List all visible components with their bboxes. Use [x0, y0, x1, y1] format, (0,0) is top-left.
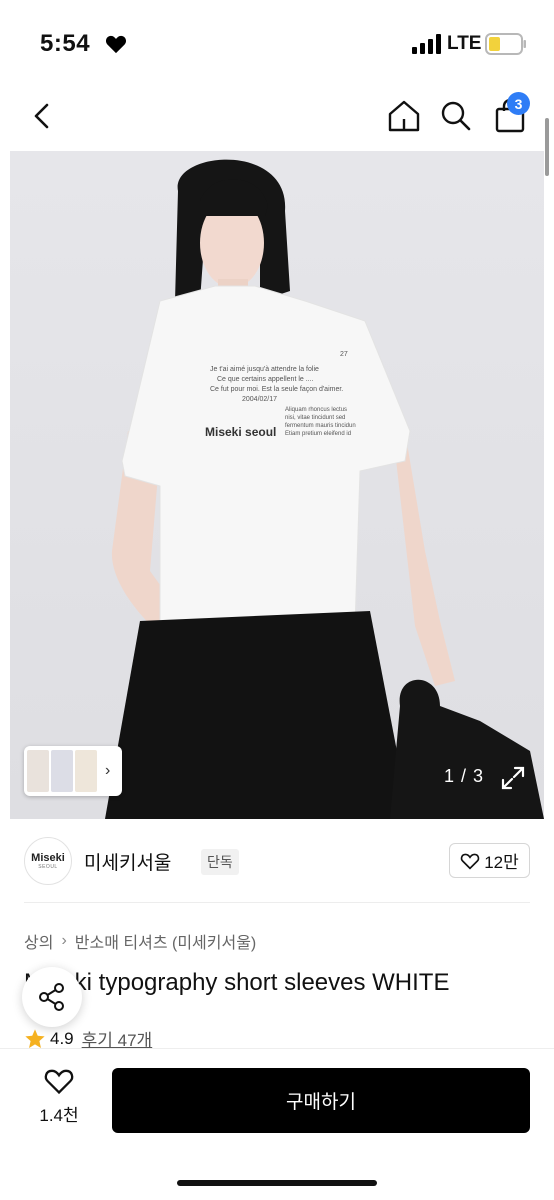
signal-icon [412, 34, 441, 54]
back-icon [34, 103, 49, 129]
svg-text:nisi, vitae tincidunt sed: nisi, vitae tincidunt sed [285, 415, 345, 421]
model-photo: Je t'ai aimé jusqu'à attendre la folie C… [105, 159, 544, 819]
heart-icon [105, 35, 127, 54]
svg-text:Aliquam rhoncus lectus: Aliquam rhoncus lectus [285, 407, 347, 413]
brand-name[interactable]: 미세키서울 [84, 848, 171, 875]
breadcrumb-item-tops[interactable]: 상의 [24, 929, 53, 953]
heart-outline-icon [44, 1069, 74, 1095]
search-icon [441, 101, 471, 131]
svg-text:Je t'ai aimé jusqu'à attendre: Je t'ai aimé jusqu'à attendre la folie [210, 366, 319, 373]
svg-text:fermentum mauris tincidun: fermentum mauris tincidun [285, 423, 356, 429]
bottom-bar: 1.4천 구매하기 [0, 1048, 554, 1200]
expand-icon[interactable] [500, 765, 526, 791]
wishlist-count: 1.4천 [39, 1106, 79, 1125]
back-button[interactable] [22, 94, 62, 138]
svg-text:27: 27 [340, 351, 348, 358]
wishlist-button[interactable]: 1.4천 [26, 1067, 92, 1133]
svg-text:Ce fut pour moi. Est la seule: Ce fut pour moi. Est la seule façon d'ai… [210, 386, 343, 393]
thumbnail-1[interactable] [27, 750, 49, 792]
divider [24, 902, 530, 903]
share-button[interactable] [22, 967, 82, 1027]
svg-text:Etiam pretium eleifend id: Etiam pretium eleifend id [285, 431, 351, 437]
thumbnail-3[interactable] [75, 750, 97, 792]
star-icon [25, 1028, 45, 1048]
brand-logo[interactable]: Miseki SEOUL [24, 837, 72, 885]
heart-outline-icon [460, 853, 480, 870]
cart-badge: 3 [507, 92, 530, 115]
svg-text:2004/02/17: 2004/02/17 [242, 396, 277, 403]
home-indicator[interactable] [177, 1180, 377, 1186]
network-label: LTE [447, 33, 482, 54]
home-button[interactable] [384, 94, 424, 138]
exclusive-badge: 단독 [201, 849, 239, 875]
shirt-print-brand: Miseki seoul [205, 425, 276, 439]
thumbnail-2[interactable] [51, 750, 73, 792]
battery-icon [485, 33, 526, 55]
scrollbar-thumb[interactable] [545, 118, 549, 176]
product-title: Miseki typography short sleeves WHITE [24, 969, 450, 996]
breadcrumb: 상의 › 반소매 티셔츠 (미세키서울) [24, 929, 256, 953]
status-bar: 5:54 LTE [0, 0, 554, 88]
brand-like-count: 12만 [484, 853, 519, 872]
brand-like-button[interactable]: 12만 [449, 843, 530, 878]
svg-text:Ce que certains appellent le .: Ce que certains appellent le .... [217, 376, 314, 383]
nav-bar [0, 88, 554, 148]
product-image[interactable]: Je t'ai aimé jusqu'à attendre la folie C… [10, 151, 544, 819]
home-icon [388, 100, 420, 132]
thumbnail-strip[interactable]: › [24, 746, 122, 796]
breadcrumb-item-tshirts[interactable]: 반소매 티셔츠 (미세키서울) [75, 929, 256, 953]
status-time: 5:54 [40, 30, 91, 57]
brand-logo-sub: SEOUL [38, 864, 58, 870]
chevron-right-icon: › [61, 932, 67, 949]
rating-value: 4.9 [50, 1028, 74, 1048]
brand-logo-main: Miseki [31, 852, 65, 864]
buy-button[interactable]: 구매하기 [112, 1068, 530, 1133]
brand-row[interactable]: Miseki SEOUL 미세키서울 단독 12만 [24, 837, 530, 885]
image-counter: 1 / 3 [444, 766, 485, 786]
search-button[interactable] [436, 94, 476, 138]
chevron-right-icon[interactable]: › [105, 762, 110, 780]
share-icon [39, 983, 64, 1011]
